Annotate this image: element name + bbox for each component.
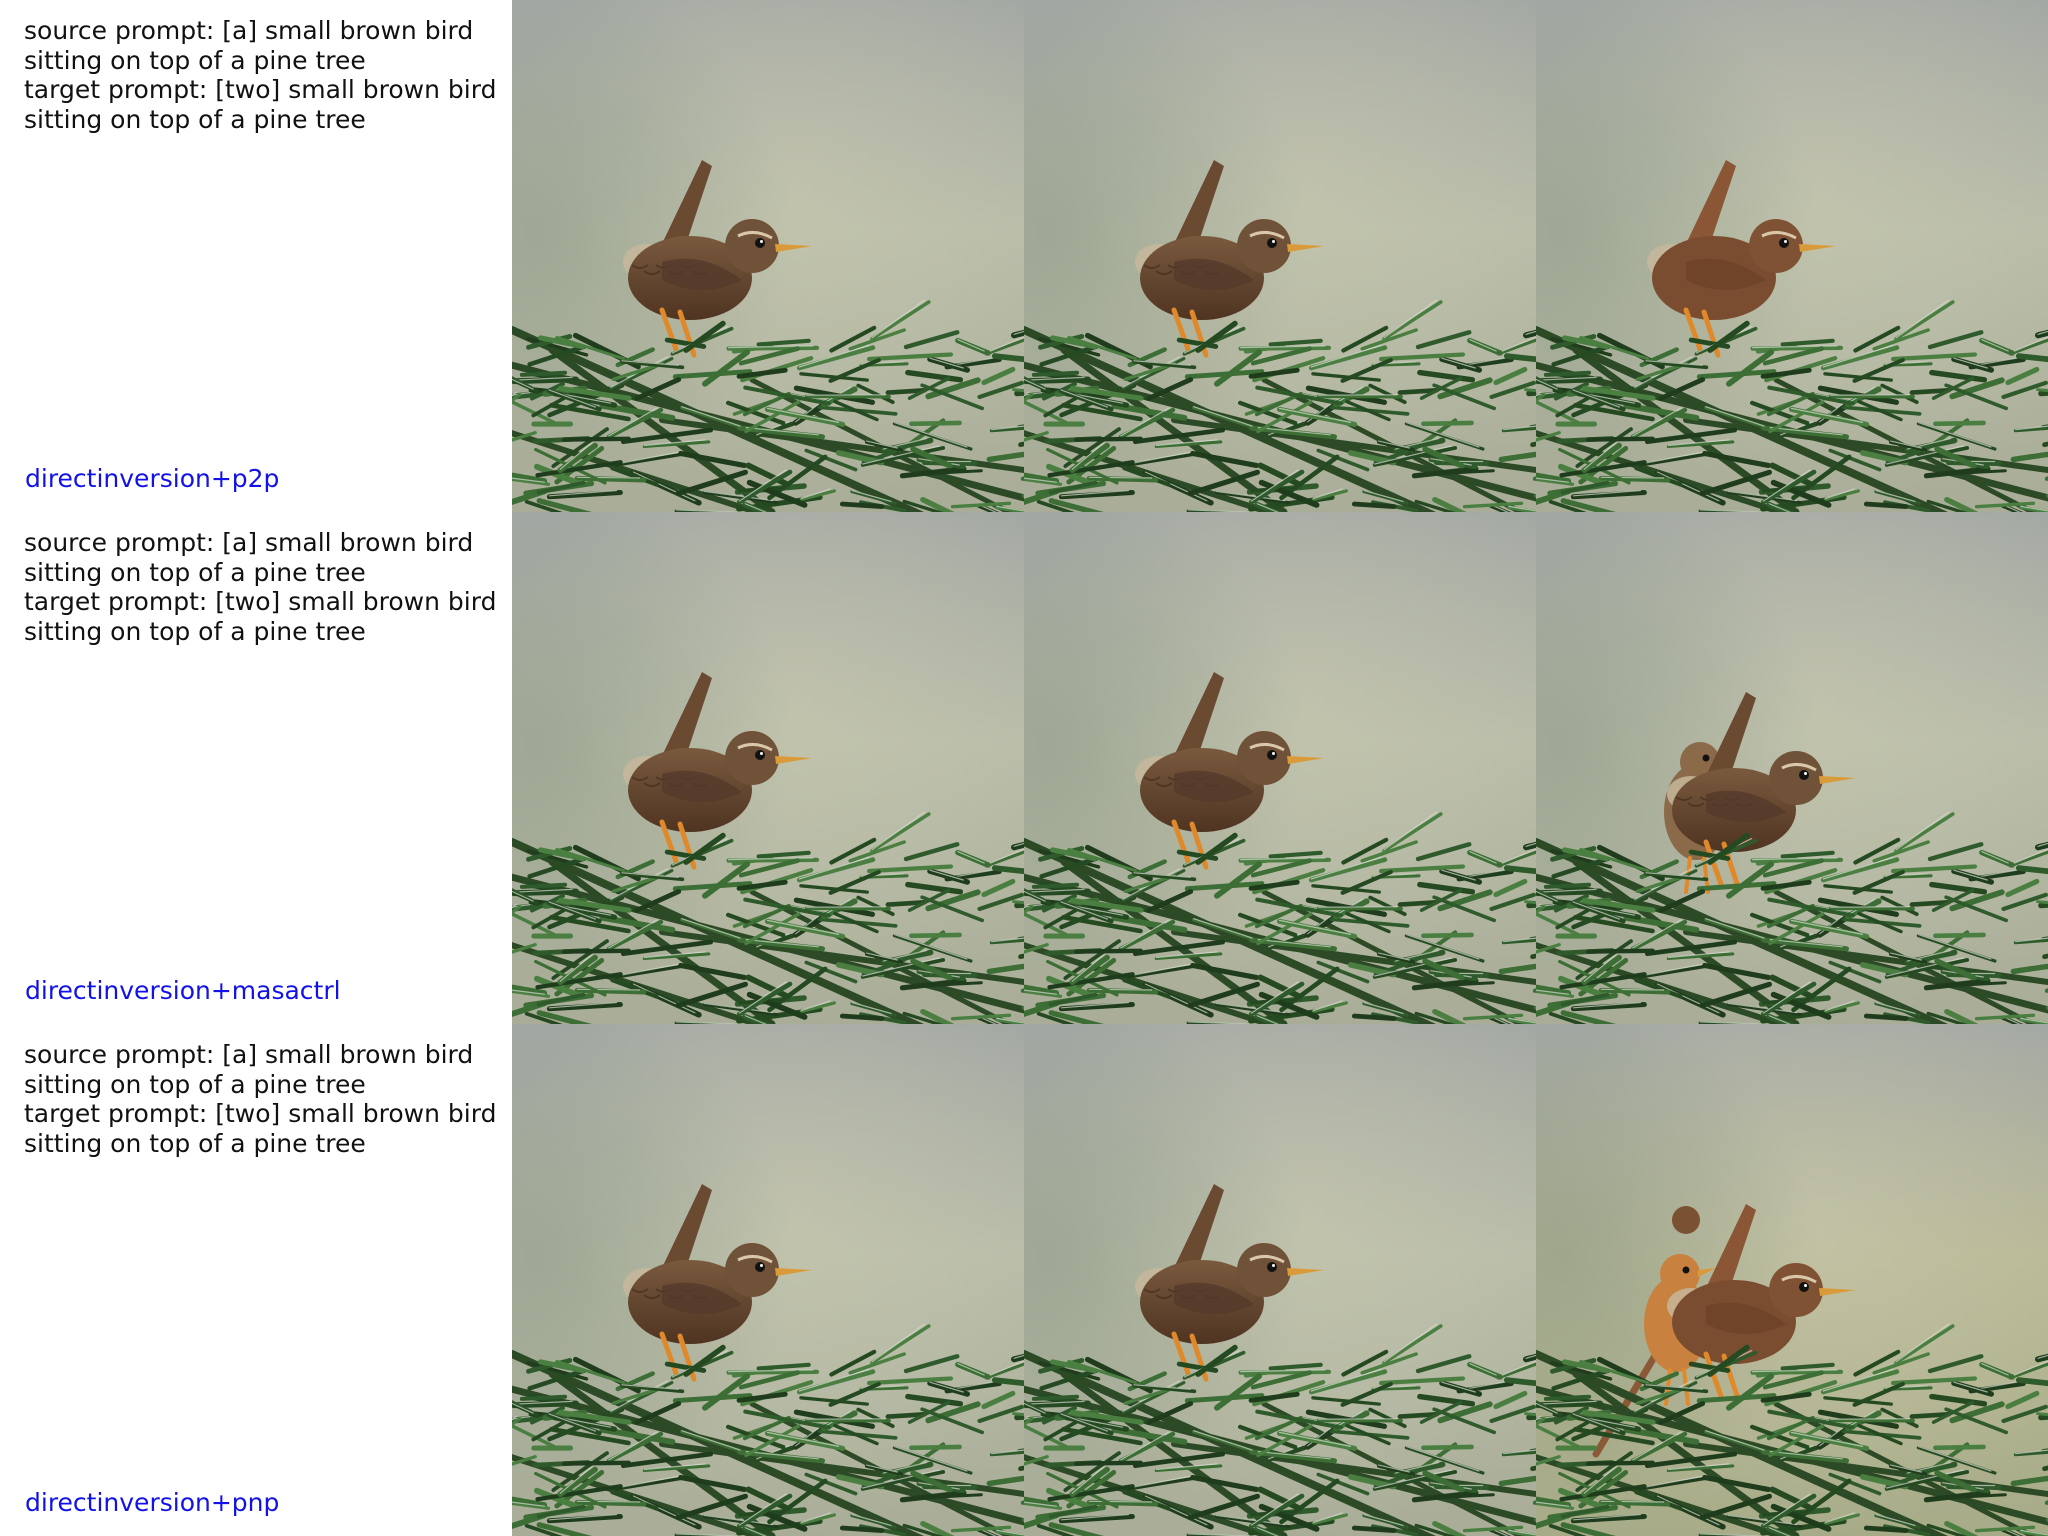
reconstruction-image	[1024, 0, 1536, 512]
method-label: directinversion+pnp	[25, 1488, 280, 1517]
edited-image	[1536, 512, 2048, 1024]
method-label: directinversion+p2p	[25, 464, 280, 493]
source-image	[512, 1024, 1024, 1536]
source-image	[512, 512, 1024, 1024]
source-image	[512, 0, 1024, 512]
target-prompt-line: sitting on top of a pine tree	[24, 104, 366, 134]
prompt-text: source prompt: [a] small brown bird sitt…	[24, 1040, 508, 1158]
source-prompt-line: source prompt: [a] small brown bird	[24, 16, 474, 45]
comparison-row: source prompt: [a] small brown bird sitt…	[0, 0, 2048, 512]
row-label-panel: source prompt: [a] small brown bird sitt…	[0, 1024, 512, 1536]
row-label-panel: source prompt: [a] small brown bird sitt…	[0, 0, 512, 512]
comparison-grid: source prompt: [a] small brown bird sitt…	[0, 0, 2048, 1536]
target-prompt-line: target prompt: [two] small brown bird	[24, 1099, 497, 1128]
source-prompt-line: sitting on top of a pine tree	[24, 45, 366, 75]
source-prompt-line: source prompt: [a] small brown bird	[24, 528, 474, 557]
source-prompt-line: sitting on top of a pine tree	[24, 1069, 366, 1099]
comparison-row: source prompt: [a] small brown bird sitt…	[0, 1024, 2048, 1536]
edited-image	[1536, 1024, 2048, 1536]
row-label-panel: source prompt: [a] small brown bird sitt…	[0, 512, 512, 1024]
target-prompt-line: target prompt: [two] small brown bird	[24, 587, 497, 616]
prompt-text: source prompt: [a] small brown bird sitt…	[24, 528, 508, 646]
reconstruction-image	[1024, 512, 1536, 1024]
source-prompt-line: sitting on top of a pine tree	[24, 557, 366, 587]
comparison-row: source prompt: [a] small brown bird sitt…	[0, 512, 2048, 1024]
target-prompt-line: sitting on top of a pine tree	[24, 616, 366, 646]
target-prompt-line: target prompt: [two] small brown bird	[24, 75, 497, 104]
source-prompt-line: source prompt: [a] small brown bird	[24, 1040, 474, 1069]
edited-image	[1536, 0, 2048, 512]
target-prompt-line: sitting on top of a pine tree	[24, 1128, 366, 1158]
prompt-text: source prompt: [a] small brown bird sitt…	[24, 16, 508, 134]
method-label: directinversion+masactrl	[25, 976, 341, 1005]
reconstruction-image	[1024, 1024, 1536, 1536]
